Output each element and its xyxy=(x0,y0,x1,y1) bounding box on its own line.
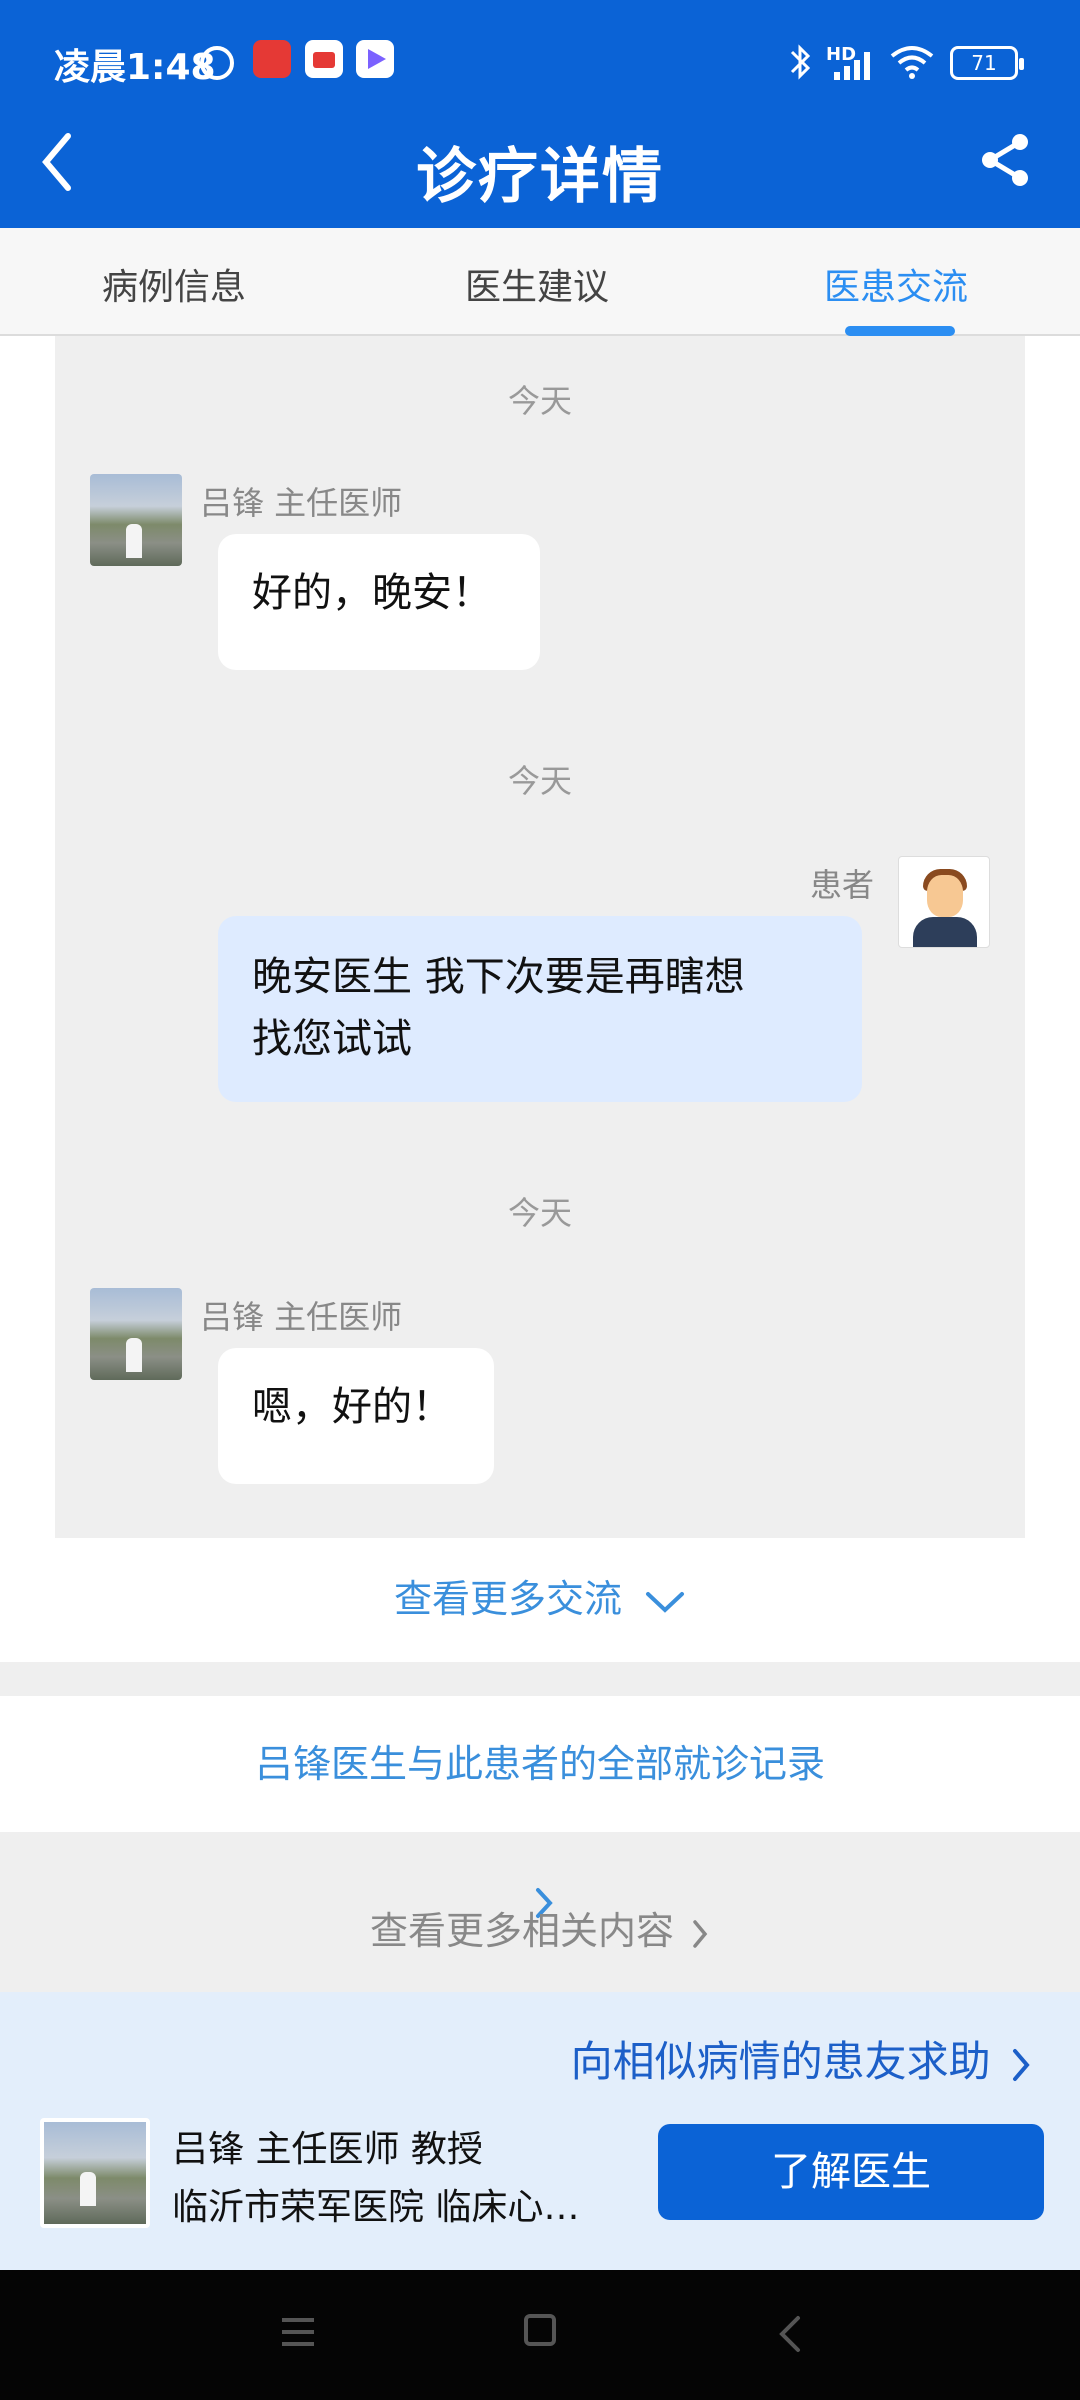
message-text: 嗯，好的！ xyxy=(252,1384,452,1430)
related-content-link[interactable]: 查看更多相关内容 xyxy=(0,1900,1080,1955)
app-notification-icon xyxy=(253,40,291,78)
chevron-right-icon xyxy=(1013,2048,1030,2081)
system-navigation-bar xyxy=(0,2270,1080,2400)
battery-icon: 71 xyxy=(950,46,1024,80)
alarm-icon xyxy=(200,46,234,80)
doctor-avatar[interactable] xyxy=(40,2118,150,2228)
doctor-message-bubble: 嗯，好的！ xyxy=(218,1348,494,1484)
message-text: 好的，晚安！ xyxy=(252,570,492,616)
page-title: 诊疗详情 xyxy=(416,142,664,212)
message-sender: 吕锋 主任医师 xyxy=(200,1298,403,1336)
chat-date-label: 今天 xyxy=(507,1194,572,1232)
doctor-card: 向相似病情的患友求助 吕锋 主任医师 教授 临沂市荣军医院 临床心… 了解医生 xyxy=(0,1992,1080,2270)
app-header: 凌晨1:48 HD 71 诊疗详情 xyxy=(0,0,1080,228)
message-text-line: 晚安医生 我下次要是再瞎想 xyxy=(252,954,745,1000)
message-text-line: 找您试试 xyxy=(252,1016,412,1062)
tab-doctor-advice[interactable]: 医生建议 xyxy=(465,258,609,310)
status-time: 凌晨1:48 xyxy=(54,47,216,88)
play-store-icon xyxy=(356,40,394,78)
doctor-message-bubble: 好的，晚安！ xyxy=(218,534,540,670)
message-sender: 患者 xyxy=(810,866,875,904)
tab-case-info[interactable]: 病例信息 xyxy=(102,258,246,310)
doctor-avatar[interactable] xyxy=(90,474,182,566)
chevron-right-icon xyxy=(693,1919,708,1948)
wifi-icon xyxy=(890,46,934,79)
learn-about-doctor-button[interactable]: 了解医生 xyxy=(658,2124,1044,2220)
ask-patients-link[interactable]: 向相似病情的患友求助 xyxy=(571,2028,1032,2089)
chevron-down-icon xyxy=(646,1591,685,1613)
app-notification-icon xyxy=(305,40,343,78)
ask-patients-label: 向相似病情的患友求助 xyxy=(570,2037,991,2086)
tab-doctor-patient-chat[interactable]: 医患交流 xyxy=(824,258,968,310)
related-content-label: 查看更多相关内容 xyxy=(369,1909,674,1953)
share-icon[interactable] xyxy=(976,130,1036,190)
signal-icon xyxy=(832,48,876,80)
chat-date-label: 今天 xyxy=(507,762,572,800)
patient-avatar xyxy=(898,856,990,948)
message-sender: 吕锋 主任医师 xyxy=(200,484,403,522)
active-tab-indicator xyxy=(845,326,955,336)
menu-icon[interactable] xyxy=(282,2318,314,2346)
doctor-avatar[interactable] xyxy=(90,1288,182,1380)
view-more-chat-link[interactable]: 查看更多交流 xyxy=(0,1568,1080,1623)
tab-bar: 病例信息 医生建议 医患交流 xyxy=(0,228,1080,336)
back-icon[interactable] xyxy=(776,2314,804,2354)
visit-records-label: 吕锋医生与此患者的全部就诊记录 xyxy=(254,1742,825,1786)
visit-records-link[interactable]: 吕锋医生与此患者的全部就诊记录 xyxy=(0,1696,1080,1918)
doctor-name: 吕锋 主任医师 教授 xyxy=(172,2129,483,2170)
doctor-hospital: 临沂市荣军医院 临床心… xyxy=(172,2187,580,2228)
view-more-chat-label: 查看更多交流 xyxy=(393,1577,622,1621)
status-bar: 凌晨1:48 HD 71 xyxy=(0,0,1080,118)
bluetooth-icon xyxy=(790,44,811,80)
home-icon[interactable] xyxy=(524,2314,556,2346)
chat-date-label: 今天 xyxy=(507,382,572,420)
patient-message-bubble: 晚安医生 我下次要是再瞎想 找您试试 xyxy=(218,916,862,1102)
